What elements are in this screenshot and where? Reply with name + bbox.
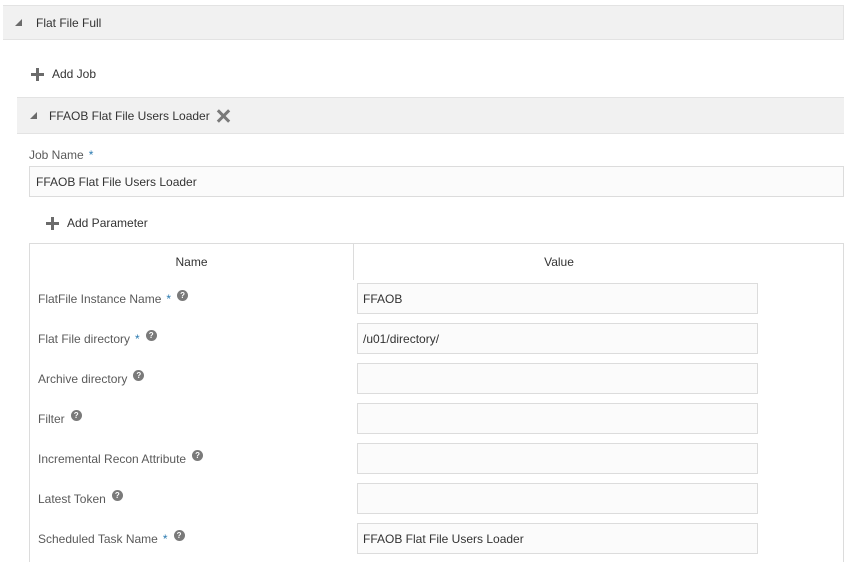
- param-label-incremental-recon-attribute: Incremental Recon Attribute?: [38, 443, 204, 474]
- section-header-flat-file-full[interactable]: Flat File Full: [3, 5, 844, 40]
- add-job-button[interactable]: Add Job: [31, 67, 96, 81]
- help-icon[interactable]: ?: [111, 490, 123, 501]
- param-label-flat-file-directory: Flat File directory *?: [38, 323, 157, 354]
- job-title: FFAOB Flat File Users Loader: [49, 108, 210, 123]
- param-label-text: Archive directory: [38, 371, 128, 386]
- param-label-text: Latest Token: [38, 491, 106, 506]
- parameters-table: Name Value FlatFile Instance Name *? Flat…: [29, 243, 844, 562]
- required-marker: *: [162, 531, 168, 546]
- param-input-flatfile-instance-name[interactable]: [357, 283, 758, 314]
- help-icon[interactable]: ?: [133, 370, 145, 381]
- param-label-text: FlatFile Instance Name: [38, 291, 162, 306]
- param-label-text: Scheduled Task Name: [38, 531, 158, 546]
- delete-job-icon[interactable]: [216, 109, 230, 123]
- param-input-latest-token[interactable]: [357, 483, 758, 514]
- column-header-value: Value: [544, 255, 574, 269]
- help-icon[interactable]: ?: [70, 410, 82, 421]
- required-marker: *: [166, 291, 172, 306]
- param-input-archive-directory[interactable]: [357, 363, 758, 394]
- param-label-text: Filter: [38, 411, 65, 426]
- param-input-filter[interactable]: [357, 403, 758, 434]
- param-label-scheduled-task-name: Scheduled Task Name *?: [38, 523, 185, 554]
- help-icon[interactable]: ?: [173, 530, 185, 541]
- job-name-input[interactable]: [29, 166, 844, 197]
- add-parameter-label: Add Parameter: [67, 216, 148, 230]
- help-icon[interactable]: ?: [192, 450, 204, 461]
- param-input-incremental-recon-attribute[interactable]: [357, 443, 758, 474]
- section-title: Flat File Full: [36, 15, 102, 30]
- param-label-archive-directory: Archive directory?: [38, 363, 145, 394]
- add-parameter-button[interactable]: Add Parameter: [46, 216, 148, 230]
- param-input-flat-file-directory[interactable]: [357, 323, 758, 354]
- required-marker: *: [88, 148, 94, 162]
- param-input-scheduled-task-name[interactable]: [357, 523, 758, 554]
- job-name-label: Job Name *: [29, 148, 93, 162]
- required-marker: *: [135, 331, 140, 346]
- help-icon[interactable]: ?: [177, 290, 189, 301]
- job-name-label-text: Job Name: [29, 148, 84, 162]
- collapse-triangle-icon[interactable]: [15, 19, 22, 26]
- job-header[interactable]: FFAOB Flat File Users Loader: [17, 97, 844, 134]
- plus-icon: [46, 216, 59, 230]
- param-label-filter: Filter?: [38, 403, 82, 434]
- param-label-latest-token: Latest Token?: [38, 483, 123, 514]
- param-label-text: Flat File directory: [38, 331, 131, 346]
- collapse-triangle-icon[interactable]: [30, 112, 37, 119]
- column-header-name: Name: [30, 244, 354, 280]
- param-label-flatfile-instance-name: FlatFile Instance Name *?: [38, 283, 189, 314]
- add-job-label: Add Job: [52, 67, 97, 81]
- param-label-text: Incremental Recon Attribute: [38, 451, 187, 466]
- plus-icon: [31, 67, 44, 81]
- help-icon[interactable]: ?: [145, 330, 157, 341]
